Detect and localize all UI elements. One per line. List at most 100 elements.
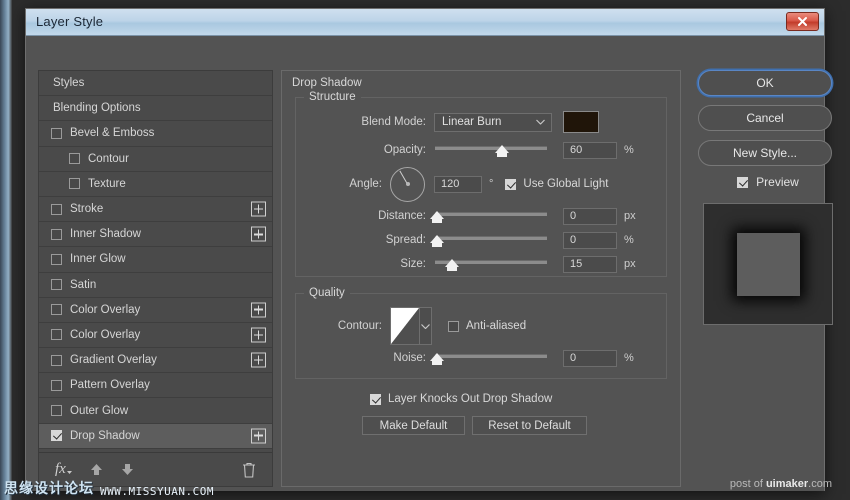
sidebar-item-label: Inner Glow <box>70 253 126 265</box>
opacity-input[interactable]: 60 <box>563 142 617 159</box>
new-style-button[interactable]: New Style... <box>698 140 832 166</box>
make-default-button[interactable]: Make Default <box>362 416 465 435</box>
angle-row: Angle: 120 ° Use Global Light <box>296 164 666 204</box>
anti-aliased-checkbox[interactable] <box>448 321 459 332</box>
ok-button[interactable]: OK <box>698 70 832 96</box>
sidebar-item-styles[interactable]: Styles <box>39 71 272 96</box>
distance-slider[interactable] <box>435 208 547 224</box>
slider-thumb[interactable] <box>430 353 444 361</box>
effect-enable-checkbox[interactable] <box>51 128 62 139</box>
add-effect-button[interactable] <box>251 353 266 368</box>
effect-enable-checkbox[interactable] <box>51 355 62 366</box>
sidebar-item-gradient-overlay[interactable]: Gradient Overlay <box>39 348 272 373</box>
sidebar-item-blending-options[interactable]: Blending Options <box>39 96 272 121</box>
effect-enable-checkbox[interactable] <box>51 229 62 240</box>
effect-enable-checkbox[interactable] <box>69 178 80 189</box>
effect-enable-checkbox[interactable] <box>51 279 62 290</box>
sidebar-toolbar: fx <box>39 452 272 486</box>
noise-slider[interactable] <box>435 350 547 366</box>
preview-checkbox[interactable] <box>737 177 748 188</box>
sidebar-item-bevel-emboss[interactable]: Bevel & Emboss <box>39 121 272 146</box>
sidebar-item-label: Texture <box>88 178 126 190</box>
blend-mode-label: Blend Mode: <box>296 116 426 128</box>
use-global-light-checkbox[interactable] <box>505 179 516 190</box>
sidebar-item-drop-shadow[interactable]: Drop Shadow <box>39 424 272 449</box>
preview-shape <box>737 233 800 296</box>
close-x-icon <box>797 16 808 27</box>
close-button[interactable] <box>786 12 819 31</box>
sidebar-item-label: Outer Glow <box>70 405 128 417</box>
size-row: Size: 15 px <box>296 254 666 274</box>
title-bar: Layer Style <box>26 9 824 36</box>
sidebar-item-pattern-overlay[interactable]: Pattern Overlay <box>39 373 272 398</box>
effect-enable-checkbox[interactable] <box>69 153 80 164</box>
slider-thumb[interactable] <box>430 211 444 219</box>
sidebar-item-stroke[interactable]: Stroke <box>39 197 272 222</box>
slider-thumb[interactable] <box>430 235 444 243</box>
opacity-slider[interactable] <box>435 142 547 158</box>
slider-thumb[interactable] <box>445 259 459 267</box>
sidebar-item-inner-glow[interactable]: Inner Glow <box>39 247 272 272</box>
distance-unit: px <box>624 210 636 222</box>
structure-legend: Structure <box>304 91 361 103</box>
add-effect-button[interactable] <box>251 202 266 217</box>
add-effect-button[interactable] <box>251 327 266 342</box>
reset-to-default-button[interactable]: Reset to Default <box>472 416 587 435</box>
contour-label: Contour: <box>296 320 382 332</box>
knockout-row[interactable]: Layer Knocks Out Drop Shadow <box>370 393 552 405</box>
effect-enable-checkbox[interactable] <box>51 204 62 215</box>
fx-icon[interactable]: fx <box>55 461 73 478</box>
trash-icon[interactable] <box>242 462 256 478</box>
angle-input[interactable]: 120 <box>434 176 482 193</box>
slider-track <box>435 354 547 358</box>
spread-input[interactable]: 0 <box>563 232 617 249</box>
opacity-label: Opacity: <box>296 144 426 156</box>
sidebar-item-color-overlay[interactable]: Color Overlay <box>39 298 272 323</box>
cancel-button[interactable]: Cancel <box>698 105 832 131</box>
size-unit: px <box>624 258 636 270</box>
size-slider[interactable] <box>435 256 547 272</box>
arrow-up-icon[interactable] <box>89 462 104 477</box>
effect-enable-checkbox[interactable] <box>51 254 62 265</box>
arrow-down-icon[interactable] <box>120 462 135 477</box>
sidebar-item-color-overlay[interactable]: Color Overlay <box>39 323 272 348</box>
sidebar-item-outer-glow[interactable]: Outer Glow <box>39 398 272 423</box>
effect-title: Drop Shadow <box>292 77 362 89</box>
noise-unit: % <box>624 352 634 364</box>
effect-enable-checkbox[interactable] <box>51 430 62 441</box>
size-label: Size: <box>296 258 426 270</box>
use-global-light-row[interactable]: Use Global Light <box>505 178 608 190</box>
add-effect-button[interactable] <box>251 227 266 242</box>
contour-picker[interactable] <box>390 307 432 345</box>
distance-input[interactable]: 0 <box>563 208 617 225</box>
sidebar-item-label: Satin <box>70 279 96 291</box>
anti-aliased-row[interactable]: Anti-aliased <box>448 320 526 332</box>
sidebar-item-satin[interactable]: Satin <box>39 273 272 298</box>
checkbox-wrap <box>51 355 62 366</box>
checkbox-wrap <box>51 128 62 139</box>
styles-sidebar: StylesBlending OptionsBevel & EmbossCont… <box>38 70 273 487</box>
sidebar-item-contour[interactable]: Contour <box>39 147 272 172</box>
contour-dropdown-arrow[interactable] <box>419 308 431 344</box>
add-effect-button[interactable] <box>251 428 266 443</box>
add-effect-button[interactable] <box>251 302 266 317</box>
blend-mode-dropdown[interactable]: Linear Burn <box>434 113 552 132</box>
shadow-color-swatch[interactable] <box>563 111 599 133</box>
effect-enable-checkbox[interactable] <box>51 380 62 391</box>
preview-label: Preview <box>756 175 799 189</box>
checkbox-wrap <box>51 380 62 391</box>
slider-thumb[interactable] <box>495 145 509 153</box>
spread-slider[interactable] <box>435 232 547 248</box>
effect-enable-checkbox[interactable] <box>51 329 62 340</box>
preview-row[interactable]: Preview <box>698 175 838 189</box>
effect-enable-checkbox[interactable] <box>51 304 62 315</box>
angle-dial[interactable] <box>390 167 425 202</box>
sidebar-item-inner-shadow[interactable]: Inner Shadow <box>39 222 272 247</box>
knockout-checkbox[interactable] <box>370 394 381 405</box>
spread-unit: % <box>624 234 634 246</box>
sidebar-item-texture[interactable]: Texture <box>39 172 272 197</box>
contour-curve-icon <box>391 308 419 344</box>
size-input[interactable]: 15 <box>563 256 617 273</box>
effect-enable-checkbox[interactable] <box>51 405 62 416</box>
noise-input[interactable]: 0 <box>563 350 617 367</box>
